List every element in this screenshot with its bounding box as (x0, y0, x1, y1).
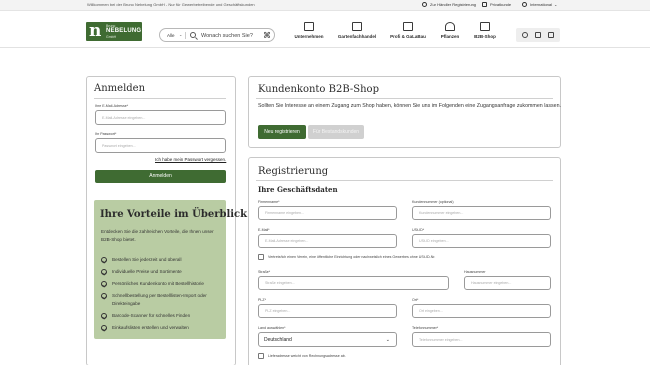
delivery-address-checkbox[interactable] (258, 353, 264, 359)
house-number-label: Hausnummer (464, 270, 486, 274)
cart-icon (480, 22, 490, 31)
register-email-field[interactable]: E-Mail-Adresse eingeben... (258, 234, 397, 248)
document-icon[interactable] (535, 32, 541, 38)
benefit-item: Barcode-Scanner für schnelles Finden (101, 313, 223, 320)
chevron-down-icon: ⌄ (554, 2, 558, 7)
tab-new-registration[interactable]: Neu registrieren (258, 125, 306, 139)
account-actions (516, 28, 560, 42)
logo[interactable]: n Bruno NEBELUNG GmbH (86, 21, 142, 41)
registration-subtitle: Ihre Geschäftsdaten (258, 185, 338, 194)
top-bar: Willkommen bei der Bruno Nebelung GmbH -… (0, 0, 650, 11)
login-title: Anmelden (94, 83, 146, 94)
ustid-label: USt-ID* (412, 228, 425, 232)
benefit-item: Schnellbestellung per Bestelllisten-Impo… (101, 293, 223, 308)
check-circle-icon (101, 293, 107, 299)
city-field[interactable]: Ort eingeben... (412, 304, 551, 318)
register-email-label: E-Mail* (258, 228, 270, 232)
benefits-box: Ihre Vorteile im Überblick Entdecken Sie… (94, 200, 247, 339)
logo-bottom: GmbH (106, 35, 117, 39)
registration-divider (256, 180, 553, 181)
street-label: Straße* (258, 270, 271, 274)
customer-number-label: Kundennummer (optional) (412, 200, 454, 204)
benefit-item: Persönliches Kundenkonto mit Bestellhist… (101, 281, 223, 288)
benefits-title: Ihre Vorteile im Überblick (100, 209, 248, 220)
search-bar: Alle ⌄ Wonach suchen Sie? ⌘ (159, 28, 275, 42)
forgot-password-link[interactable]: Ich habe mein Passwort vergessen. (155, 157, 226, 162)
chevron-down-icon: ⌄ (385, 336, 390, 343)
nav-profi-galabau[interactable]: Profi & GaLaBau (385, 22, 431, 39)
dealer-registration-link[interactable]: Zur Händler Registrierung (422, 2, 476, 7)
nav-gartenfachhandel[interactable]: Gartenfachhandel (334, 22, 380, 39)
tab-existing-customers[interactable]: Für Bestandskunden (308, 125, 364, 139)
barcode-scanner-icon[interactable]: ⌘ (263, 31, 271, 40)
account-intro: Sollten Sie Interesse an einem Zugang zu… (258, 103, 561, 109)
country-label: Land auswählen* (258, 326, 286, 330)
search-input[interactable]: Wonach suchen Sie? (201, 33, 253, 39)
account-divider (256, 98, 553, 99)
login-email-field[interactable]: E-Mail-Adresse eingeben... (95, 110, 226, 125)
ustid-field[interactable]: USt-ID eingeben... (412, 234, 551, 248)
street-field[interactable]: Straße eingeben... (258, 276, 449, 290)
login-button[interactable]: Anmelden (95, 170, 226, 183)
phone-field[interactable]: Telefonnummer eingeben... (412, 332, 551, 347)
phone-label: Telefonnummer* (412, 326, 439, 330)
bag-icon (482, 2, 487, 7)
check-circle-icon (101, 313, 107, 319)
zip-label: PLZ* (258, 298, 266, 302)
public-entity-label: Vertrete/ich einen Verein, eine öffentli… (268, 255, 436, 259)
account-icon[interactable] (522, 32, 528, 38)
header-divider (0, 47, 650, 48)
book-icon (403, 22, 413, 31)
check-circle-icon (101, 281, 107, 287)
user-icon (422, 2, 427, 7)
check-circle-icon (101, 269, 107, 275)
chevron-down-icon: ⌄ (179, 32, 183, 37)
company-label: Firmenname* (258, 200, 280, 204)
check-circle-icon (101, 325, 107, 331)
welcome-text: Willkommen bei der Bruno Nebelung GmbH -… (87, 2, 255, 7)
benefit-item: Einkaufslisten erstellen und verwalten (101, 325, 223, 332)
logo-name: NEBELUNG (106, 28, 142, 34)
city-label: Ort* (412, 298, 419, 302)
login-email-label: Ihre E-Mail-Adresse* (95, 104, 129, 108)
search-divider (185, 32, 186, 39)
delivery-address-label: Lieferadresse weicht von Rechnungsadress… (268, 354, 346, 358)
globe-icon (522, 2, 527, 7)
login-divider (94, 98, 226, 99)
public-entity-checkbox[interactable] (258, 254, 264, 260)
account-title: Kundenkonto B2B-Shop (258, 84, 379, 95)
international-link[interactable]: International ⌄ (522, 2, 557, 7)
login-password-field[interactable]: Passwort eingeben... (95, 138, 226, 153)
private-customer-link[interactable]: Privatkunde (482, 2, 511, 7)
company-field[interactable]: Firmenname eingeben... (258, 206, 397, 220)
store-icon (352, 22, 362, 31)
nav-unternehmen[interactable]: Unternehmen (286, 22, 332, 39)
registration-title: Registrierung (258, 166, 329, 177)
house-number-field[interactable]: Hausnummer eingeben... (464, 276, 551, 290)
customer-number-field[interactable]: Kundennummer eingeben... (412, 206, 551, 220)
cart-icon[interactable] (548, 32, 554, 38)
building-icon (304, 22, 314, 31)
nav-b2b-shop[interactable]: B2B-Shop (462, 22, 508, 39)
zip-field[interactable]: PLZ eingeben... (258, 304, 397, 318)
check-circle-icon (101, 257, 107, 263)
search-category-select[interactable]: Alle (167, 33, 175, 38)
login-password-label: Ihr Passwort* (95, 132, 117, 136)
plant-icon (445, 22, 455, 31)
benefit-item: Bestellen Sie jederzeit und überall (101, 257, 223, 264)
benefits-description: Entdecken Sie die zahlreichen Vorteile, … (101, 229, 214, 242)
benefit-item: Individuelle Preise und Sortimente (101, 269, 223, 276)
country-select[interactable]: Deutschland ⌄ (258, 332, 397, 347)
logo-letter: n (89, 21, 102, 41)
search-icon[interactable] (190, 32, 196, 38)
